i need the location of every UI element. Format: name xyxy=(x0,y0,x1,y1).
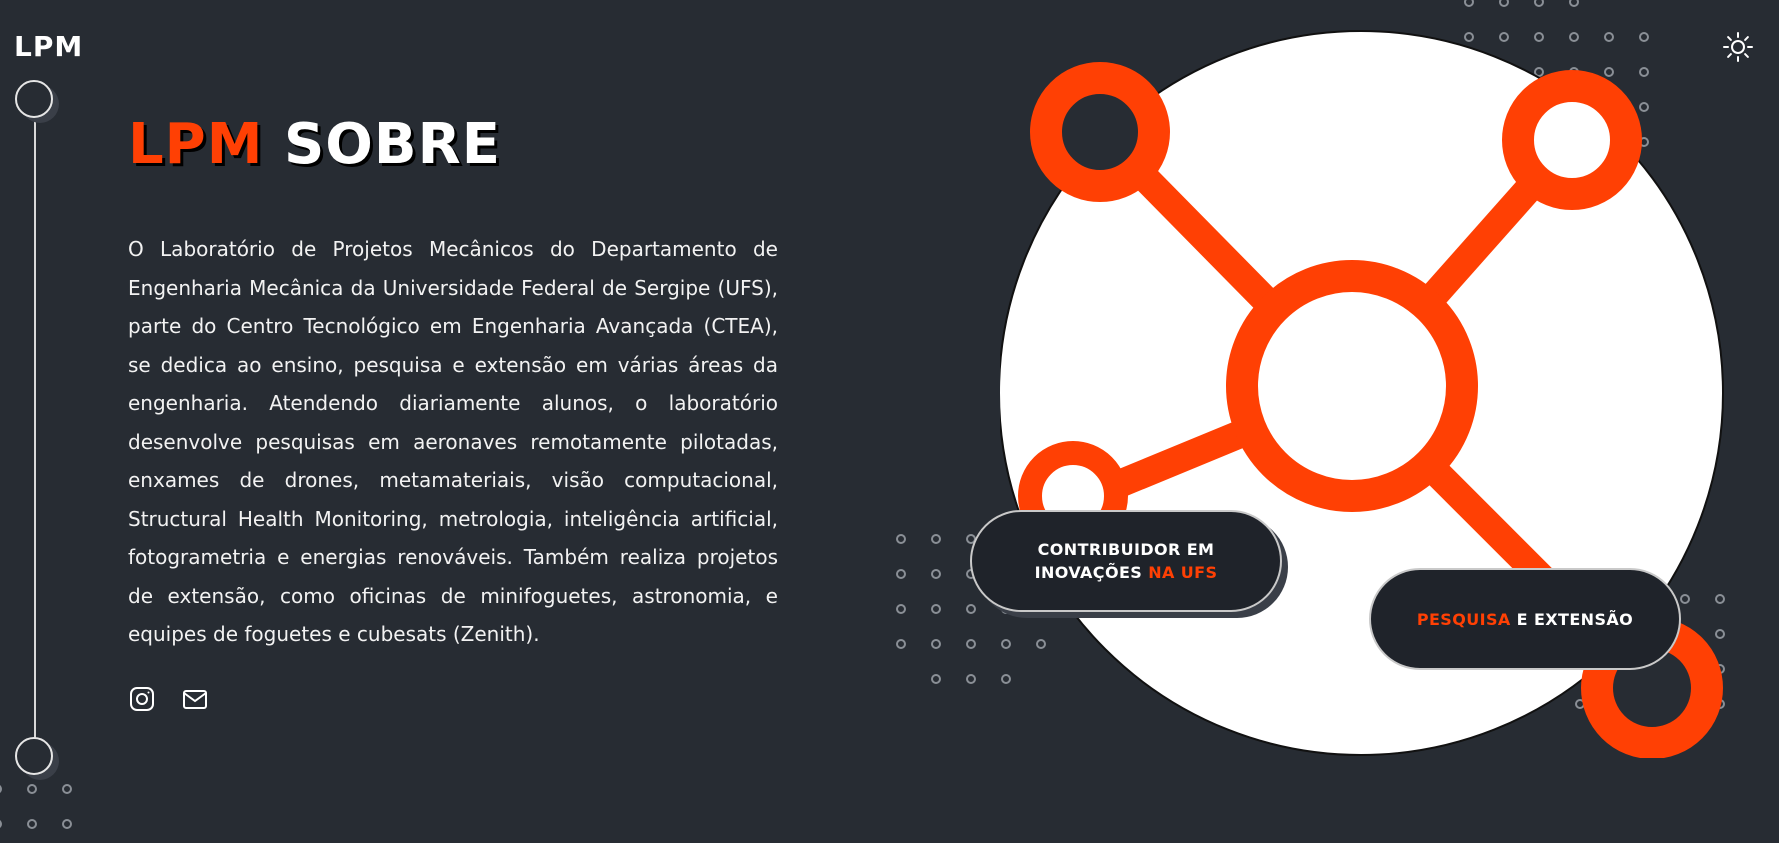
node-center xyxy=(1226,260,1478,512)
badge-contribuidor-line1: CONTRIBUIDOR EM xyxy=(1037,540,1215,559)
dot xyxy=(931,674,941,684)
dot xyxy=(62,784,72,794)
dot xyxy=(0,819,2,829)
dot xyxy=(966,674,976,684)
dot xyxy=(27,784,37,794)
dot xyxy=(896,534,906,544)
badge-contribuidor-accent: NA UFS xyxy=(1148,563,1218,582)
page-title: LPM SOBRE xyxy=(128,112,501,177)
dot xyxy=(1464,0,1474,7)
logo[interactable]: LPM xyxy=(14,30,83,63)
dot xyxy=(1534,0,1544,7)
social-links xyxy=(128,685,209,713)
dot xyxy=(0,784,2,794)
node-top-left xyxy=(1030,62,1170,202)
dot xyxy=(27,819,37,829)
timeline-node-bottom[interactable] xyxy=(15,737,53,775)
dot xyxy=(1569,0,1579,7)
badge-contribuidor: CONTRIBUIDOR EM INOVAÇÕES NA UFS xyxy=(970,510,1282,612)
title-rest: SOBRE xyxy=(283,112,501,177)
timeline-line xyxy=(34,116,36,756)
badge-pesquisa: PESQUISA E EXTENSÃO xyxy=(1369,568,1681,670)
dot xyxy=(896,639,906,649)
dot xyxy=(1499,0,1509,7)
node-top-right xyxy=(1502,70,1642,210)
badge-contribuidor-white: INOVAÇÕES xyxy=(1034,563,1143,582)
sun-icon[interactable] xyxy=(1722,31,1754,63)
dot xyxy=(931,604,941,614)
about-description: O Laboratório de Projetos Mecânicos do D… xyxy=(128,237,778,646)
dot xyxy=(966,639,976,649)
dot xyxy=(62,819,72,829)
title-accent: LPM xyxy=(128,112,264,177)
dot xyxy=(931,534,941,544)
timeline-node-top[interactable] xyxy=(15,80,53,118)
dot xyxy=(896,569,906,579)
instagram-icon[interactable] xyxy=(128,685,156,713)
dot xyxy=(896,604,906,614)
badge-contribuidor-line2: INOVAÇÕES NA UFS xyxy=(1035,561,1218,584)
badge-pesquisa-line: PESQUISA E EXTENSÃO xyxy=(1417,608,1633,631)
mail-icon[interactable] xyxy=(181,685,209,713)
dot xyxy=(931,569,941,579)
badge-pesquisa-white: E EXTENSÃO xyxy=(1516,609,1634,629)
page: LPM LPM SOBRE O Laboratório de Projetos … xyxy=(0,0,1779,843)
dot xyxy=(966,604,976,614)
badge-pesquisa-accent: PESQUISA xyxy=(1416,609,1511,629)
dot xyxy=(931,639,941,649)
